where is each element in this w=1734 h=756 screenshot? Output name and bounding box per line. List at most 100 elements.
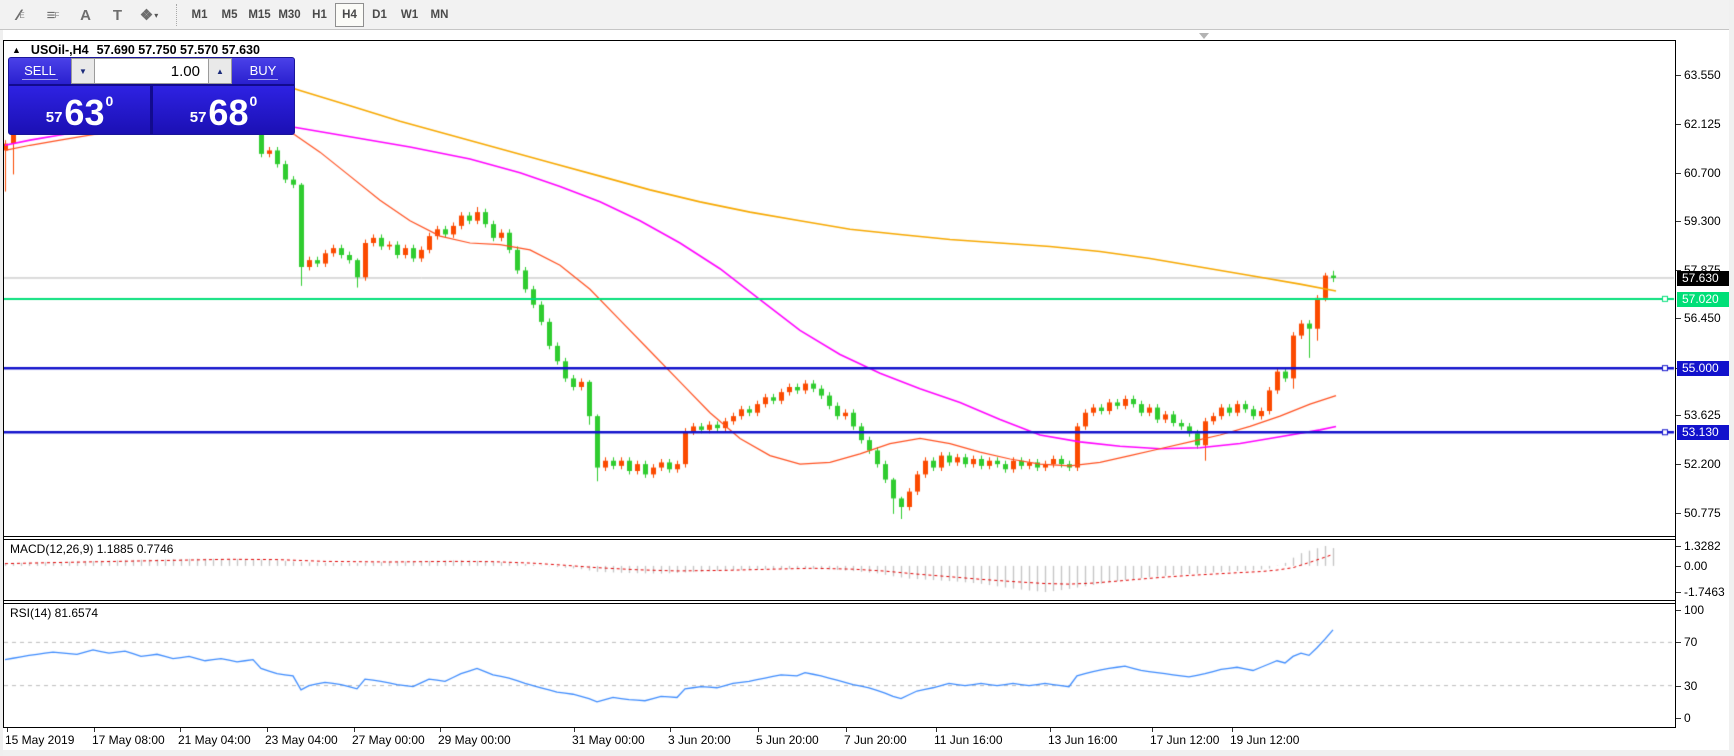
time-tick-label: 31 May 00:00 <box>572 733 645 747</box>
time-tick-mark <box>7 728 8 732</box>
arrows-tool-icon[interactable]: ❖ ▾ <box>134 3 164 27</box>
price-tick-mark <box>1676 318 1681 319</box>
fibonacci-retracement-icon[interactable]: ≡ F <box>38 3 68 27</box>
price-tick-mark <box>1676 173 1681 174</box>
time-tick-mark <box>846 728 847 732</box>
panel-separator[interactable] <box>3 600 1676 601</box>
time-tick-label: 19 Jun 12:00 <box>1230 733 1300 747</box>
price-tick-mark <box>1676 686 1681 687</box>
tf-button-W1[interactable]: W1 <box>395 3 424 27</box>
time-tick-label: 3 Jun 20:00 <box>668 733 731 747</box>
buy-price-main: 68 <box>208 92 249 133</box>
price-tick-mark <box>1676 415 1681 416</box>
time-tick-mark <box>180 728 181 732</box>
tf-button-H1[interactable]: H1 <box>305 3 334 27</box>
price-badge-57.630: 57.630 <box>1677 271 1731 286</box>
toolbar: ∕∕ E ≡ F A T ❖ ▾ M1 M5 M15 M30 H1 H4 D1 W1 MN <box>0 0 1734 30</box>
time-tick-label: 17 May 08:00 <box>92 733 165 747</box>
panel-separator[interactable] <box>3 536 1676 537</box>
window-left-edge <box>0 30 3 756</box>
price-tick-label: 56.450 <box>1684 311 1721 325</box>
rsi-label: RSI(14) 81.6574 <box>10 606 99 620</box>
price-tick-mark <box>1676 592 1681 593</box>
one-click-trade-panel: SELL ▼ 1.00 ▲ BUY 57 63 0 57 68 0 <box>8 57 295 135</box>
price-badge-55.000: 55.000 <box>1677 361 1731 376</box>
price-tick-label: 0.00 <box>1684 559 1708 573</box>
time-tick-mark <box>354 728 355 732</box>
tf-button-H4[interactable]: H4 <box>335 2 364 27</box>
ohlc-readout: 57.690 57.750 57.570 57.630 <box>96 43 260 57</box>
time-tick-mark <box>670 728 671 732</box>
price-tick-mark <box>1676 464 1681 465</box>
volume-decrease-button[interactable]: ▼ <box>71 58 95 84</box>
price-tick-label: 1.3282 <box>1684 539 1721 553</box>
price-tick-label: 100 <box>1684 603 1705 617</box>
tf-button-MN[interactable]: MN <box>425 3 454 27</box>
price-tick-mark <box>1676 718 1681 719</box>
price-tick-label: 63.550 <box>1684 68 1721 82</box>
price-tick-label: 30 <box>1684 679 1698 693</box>
price-tick-mark <box>1676 546 1681 547</box>
chart-header: ▲ USOil-,H4 57.690 57.750 57.570 57.630 <box>12 43 260 57</box>
volume-increase-button[interactable]: ▲ <box>208 58 232 84</box>
price-tick-label: -1.7463 <box>1684 585 1725 599</box>
price-tick-label: 70 <box>1684 635 1698 649</box>
price-tick-label: 52.200 <box>1684 457 1721 471</box>
tf-button-M30[interactable]: M30 <box>275 3 304 27</box>
sell-price-main: 63 <box>64 92 105 133</box>
price-tick-label: 59.300 <box>1684 214 1721 228</box>
price-tick-mark <box>1676 610 1681 611</box>
window-right-edge <box>1729 0 1734 756</box>
price-tick-label: 53.625 <box>1684 408 1721 422</box>
time-tick-label: 23 May 04:00 <box>265 733 338 747</box>
tf-button-M15[interactable]: M15 <box>245 3 274 27</box>
equidistant-channel-icon[interactable]: ∕∕ E <box>6 3 36 27</box>
time-tick-mark <box>267 728 268 732</box>
chart-shift-marker[interactable] <box>1199 33 1209 39</box>
sell-price-sup: 0 <box>105 93 114 109</box>
time-tick-label: 7 Jun 20:00 <box>844 733 907 747</box>
time-tick-mark <box>1152 728 1153 732</box>
price-tick-label: 50.775 <box>1684 506 1721 520</box>
buy-button[interactable]: BUY <box>232 58 294 84</box>
text-tool-icon[interactable]: A <box>70 3 100 27</box>
buy-price-prefix: 57 <box>189 109 207 126</box>
volume-input[interactable]: 1.00 <box>95 58 208 84</box>
price-tick-label: 60.700 <box>1684 166 1721 180</box>
tf-button-M1[interactable]: M1 <box>185 3 214 27</box>
time-tick-label: 17 Jun 12:00 <box>1150 733 1220 747</box>
price-tick-mark <box>1676 75 1681 76</box>
time-tick-mark <box>94 728 95 732</box>
price-tick-mark <box>1676 221 1681 222</box>
time-tick-label: 29 May 00:00 <box>438 733 511 747</box>
time-tick-mark <box>936 728 937 732</box>
time-tick-label: 11 Jun 16:00 <box>934 733 1003 747</box>
price-tick-label: 62.125 <box>1684 117 1721 131</box>
time-tick-mark <box>758 728 759 732</box>
time-tick-mark <box>440 728 441 732</box>
drawing-tools-group: ∕∕ E ≡ F A T ❖ ▾ <box>6 3 166 27</box>
sell-button[interactable]: SELL <box>9 58 71 84</box>
macd-label: MACD(12,26,9) 1.1885 0.7746 <box>10 542 174 556</box>
sell-price-display[interactable]: 57 63 0 <box>9 86 150 134</box>
price-tick-mark <box>1676 513 1681 514</box>
price-tick-mark <box>1676 124 1681 125</box>
sell-price-prefix: 57 <box>45 109 63 126</box>
time-tick-label: 15 May 2019 <box>5 733 75 747</box>
time-tick-label: 13 Jun 16:00 <box>1048 733 1118 747</box>
price-badge-57.020: 57.020 <box>1677 292 1731 307</box>
time-tick-label: 21 May 04:00 <box>178 733 251 747</box>
timeframe-group: M1 M5 M15 M30 H1 H4 D1 W1 MN <box>185 2 455 27</box>
price-badge-53.130: 53.130 <box>1677 425 1731 440</box>
tf-button-M5[interactable]: M5 <box>215 3 244 27</box>
tf-button-D1[interactable]: D1 <box>365 3 394 27</box>
toolbar-separator <box>176 3 177 26</box>
collapse-arrow-icon[interactable]: ▲ <box>12 45 21 55</box>
window-bottom-edge <box>0 750 1734 756</box>
text-label-tool-icon[interactable]: T <box>102 3 132 27</box>
symbol-title: USOil-,H4 <box>30 43 89 57</box>
rsi-panel-canvas[interactable] <box>4 604 1675 726</box>
macd-panel-canvas[interactable] <box>4 540 1675 599</box>
price-tick-label: 0 <box>1684 711 1691 725</box>
buy-price-display[interactable]: 57 68 0 <box>153 86 294 134</box>
